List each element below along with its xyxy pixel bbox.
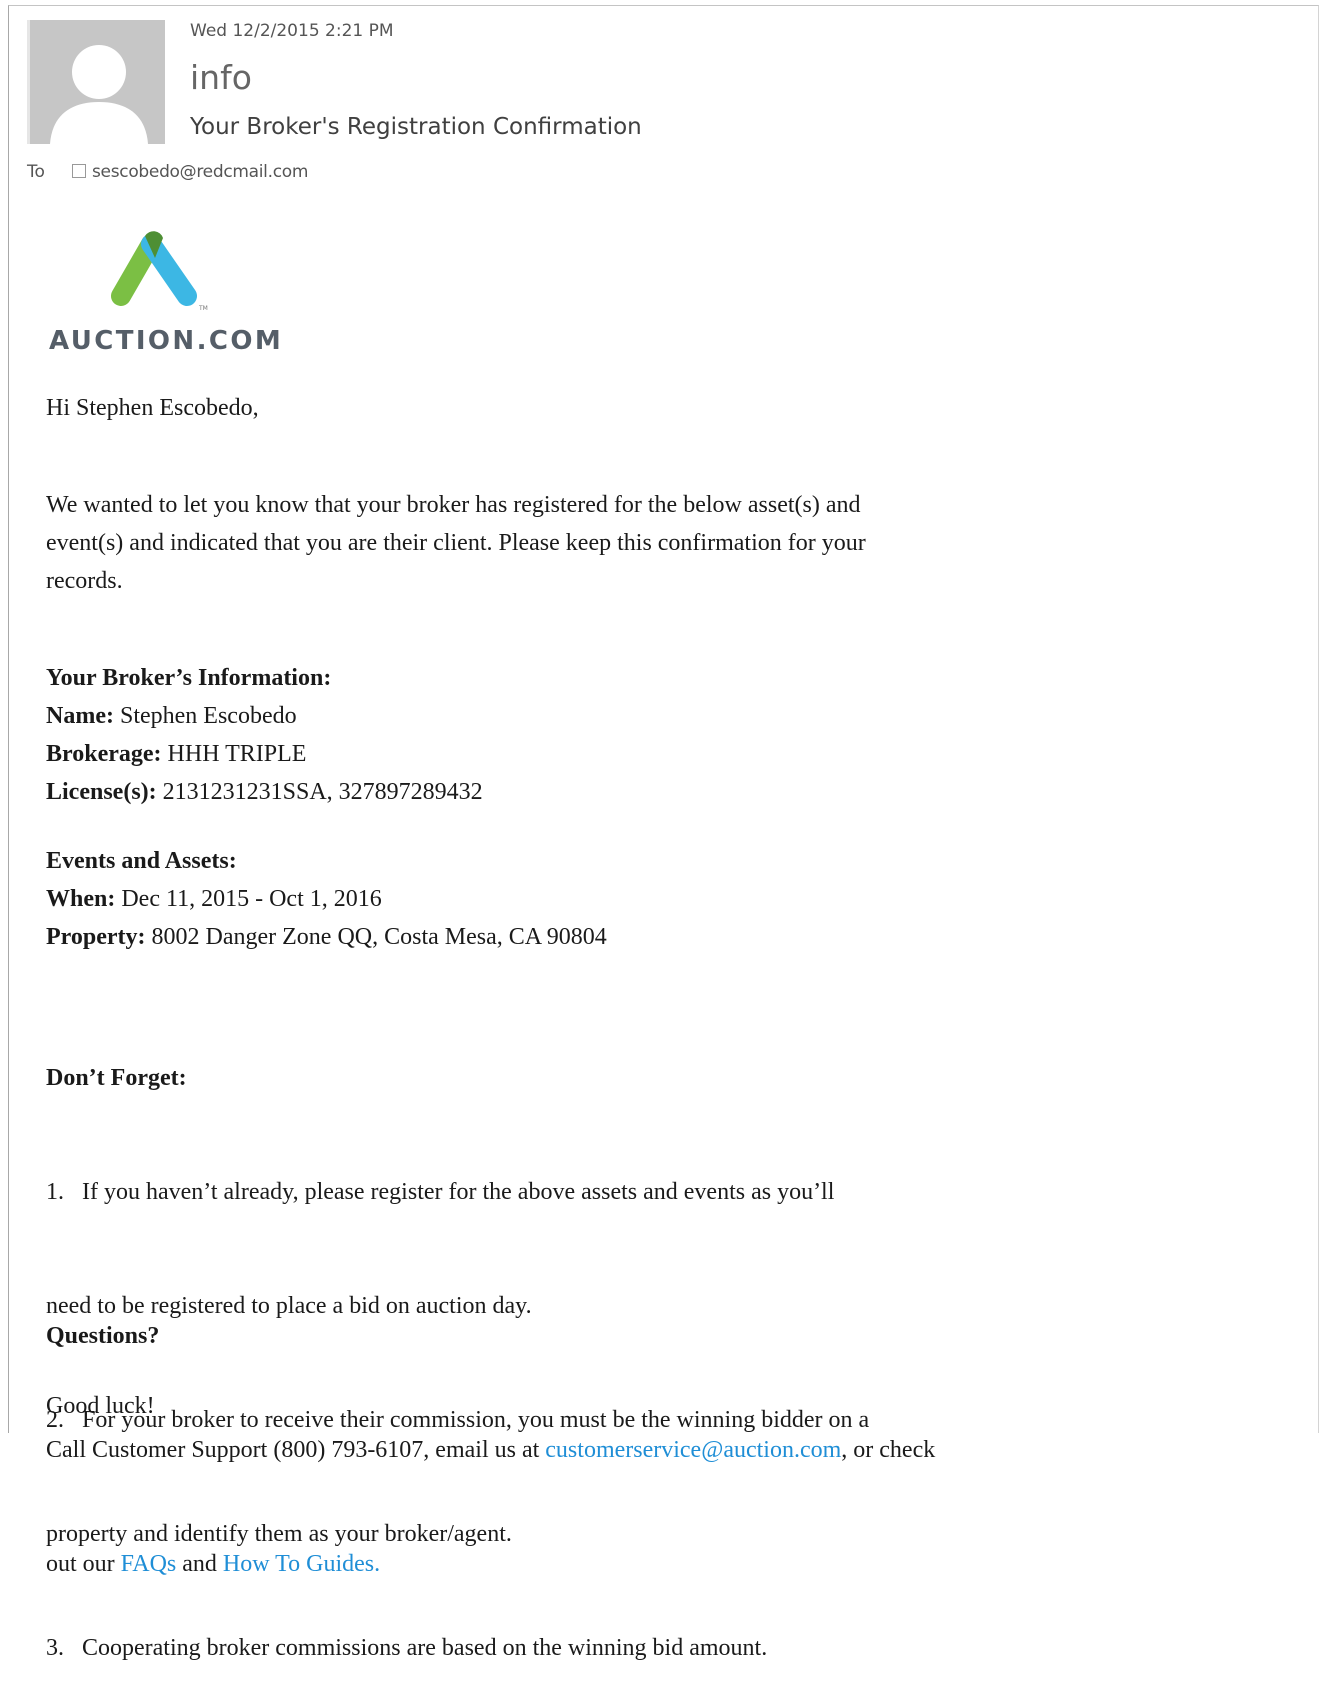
recipient-email[interactable]: sescobedo@redcmail.com [92,162,308,182]
email-date: Wed 12/2/2015 2:21 PM [190,21,394,41]
greeting: Hi Stephen Escobedo, [46,395,259,421]
property-label: Property: [46,924,146,950]
licenses-label: License(s): [46,779,157,805]
questions-heading: Questions? [46,1323,160,1349]
support-text-suffix: , or check [841,1437,936,1463]
property-value: 8002 Danger Zone QQ, Costa Mesa, CA 9080… [145,924,607,950]
when-value: Dec 11, 2015 - Oct 1, 2016 [115,886,382,912]
dont-forget-line: 3. Cooperating broker commissions are ba… [46,1635,768,1661]
broker-name-label: Name: [46,703,114,729]
dont-forget-heading: Don’t Forget: [46,1065,187,1091]
questions-line: out our FAQs and How To Guides. [46,1545,935,1583]
auction-logo-text: AUCTION.COM [49,326,284,356]
trademark-label: TM [198,305,208,312]
how-to-guides-link[interactable]: How To Guides. [223,1551,380,1577]
licenses-value: 2131231231SSA, 327897289432 [156,779,483,805]
broker-info-section: Your Broker’s Information: Name: Stephen… [46,659,483,811]
property-row: Property: 8002 Danger Zone QQ, Costa Mes… [46,918,607,956]
brokerage-value: HHH TRIPLE [161,741,307,767]
broker-name-row: Name: Stephen Escobedo [46,697,483,735]
sender-avatar [27,20,165,144]
faq-prefix-text: out our [46,1551,121,1577]
and-text: and [176,1551,223,1577]
when-label: When: [46,886,116,912]
licenses-row: License(s): 2131231231SSA, 327897289432 [46,773,483,811]
events-section: Events and Assets: When: Dec 11, 2015 - … [46,842,607,956]
auction-logo-icon: TM [111,231,208,312]
person-icon [50,45,148,144]
intro-paragraph: We wanted to let you know that your brok… [46,486,866,600]
email-subject: Your Broker's Registration Confirmation [190,114,642,140]
brokerage-label: Brokerage: [46,741,162,767]
intro-line: event(s) and indicated that you are thei… [46,530,866,556]
intro-line: records. [46,568,123,594]
broker-info-heading: Your Broker’s Information: [46,665,332,691]
events-heading: Events and Assets: [46,848,237,874]
intro-line: We wanted to let you know that your brok… [46,492,861,518]
support-text: Call Customer Support (800) 793-6107, em… [46,1437,546,1463]
broker-name-value: Stephen Escobedo [113,703,297,729]
questions-section: Questions? Call Customer Support (800) 7… [46,1241,935,1621]
support-email-link[interactable]: customerservice@auction.com [545,1437,841,1463]
sender-name[interactable]: info [190,58,252,97]
dont-forget-line: 1. If you haven’t already, please regist… [46,1179,835,1205]
closing: Good luck! [46,1393,155,1419]
when-row: When: Dec 11, 2015 - Oct 1, 2016 [46,880,607,918]
recipient-checkbox[interactable] [72,164,86,178]
to-label: To [27,162,45,182]
faqs-link[interactable]: FAQs [121,1551,177,1577]
brokerage-row: Brokerage: HHH TRIPLE [46,735,483,773]
